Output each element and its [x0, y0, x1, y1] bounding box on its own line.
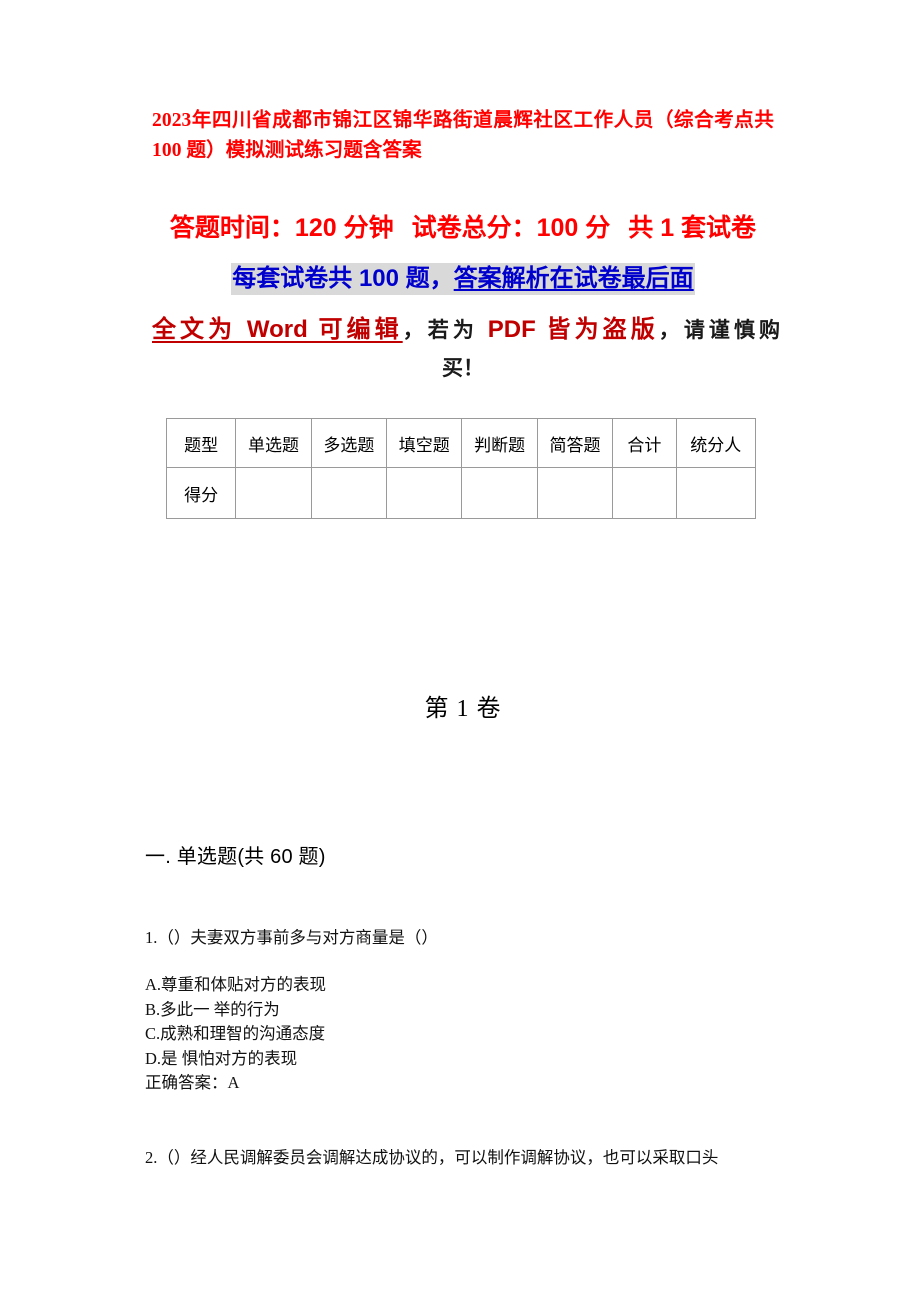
exam-info-line: 答题时间：120 分钟 试卷总分：100 分共 1 套试卷: [152, 211, 774, 245]
table-cell-score[interactable]: [461, 467, 538, 519]
option-a[interactable]: A.尊重和体贴对方的表现: [145, 973, 795, 998]
question-item: 1.（）夫妻双方事前多与对方商量是（） A.尊重和体贴对方的表现 B.多此一 举…: [145, 925, 795, 1096]
option-c[interactable]: C.成熟和理智的沟通态度: [145, 1022, 795, 1047]
table-header-cell: 合计: [612, 418, 677, 468]
answer-location-note: 每套试卷共 100 题，答案解析在试卷最后面: [231, 263, 695, 295]
document-page: 2023年四川省成都市锦江区锦华路街道晨辉社区工作人员（综合考点共 100 题）…: [0, 0, 920, 1302]
exam-duration: 答题时间：120 分钟: [169, 214, 394, 242]
word-editable-note: 全文为 Word 可编辑: [152, 316, 403, 343]
question-stem: 1.（）夫妻双方事前多与对方商量是（）: [145, 928, 438, 947]
question-options: A.尊重和体贴对方的表现 B.多此一 举的行为 C.成熟和理智的沟通态度 D.是…: [145, 973, 795, 1096]
exam-total-score: 试卷总分：100 分: [411, 214, 611, 242]
pdf-piracy-note: PDF 皆为盗版: [487, 316, 659, 343]
answers-at-end-note: 答案解析在试卷最后面: [453, 265, 694, 292]
notice-text-1: ，若为: [402, 319, 488, 342]
exam-set-count: 共 1 套试卷: [628, 214, 757, 242]
copyright-notice: 全文为 Word 可编辑，若为 PDF 皆为盗版，请谨慎购: [152, 310, 780, 351]
table-row: 得分: [165, 467, 757, 519]
table-header-cell: 题型: [165, 418, 237, 468]
table-header-cell: 统分人: [675, 418, 757, 468]
question-stem: 2.（）经人民调解委员会调解达成协议的，可以制作调解协议，也可以采取口头: [145, 1148, 719, 1167]
option-d[interactable]: D.是 惧怕对方的表现: [145, 1047, 795, 1072]
correct-answer: 正确答案：A: [145, 1073, 240, 1092]
table-cell-score[interactable]: [235, 467, 312, 519]
table-row-label: 得分: [165, 467, 237, 519]
table-row-header: 题型 单选题 多选题 填空题 判断题 简答题 合计 统分人: [165, 418, 757, 468]
option-b[interactable]: B.多此一 举的行为: [145, 998, 795, 1023]
answer-location-note-wrap: 每套试卷共 100 题，答案解析在试卷最后面: [152, 262, 774, 299]
table-cell-score[interactable]: [675, 467, 757, 519]
table-cell-score[interactable]: [536, 467, 614, 519]
table-cell-score[interactable]: [310, 467, 388, 519]
table-header-cell: 多选题: [310, 418, 388, 468]
question-item: 2.（）经人民调解委员会调解达成协议的，可以制作调解协议，也可以采取口头: [145, 1145, 795, 1171]
volume-heading: 第 1 卷: [424, 696, 502, 722]
section-heading-single-choice: 一. 单选题(共 60 题): [145, 846, 326, 868]
table-header-cell: 单选题: [235, 418, 312, 468]
table-cell-score[interactable]: [612, 467, 677, 519]
page-title: 2023年四川省成都市锦江区锦华路街道晨辉社区工作人员（综合考点共 100 题）…: [152, 110, 774, 161]
per-set-question-count: 每套试卷共 100 题，: [232, 265, 454, 292]
table-header-cell: 填空题: [386, 418, 463, 468]
table-cell-score[interactable]: [386, 467, 463, 519]
table-header-cell: 判断题: [461, 418, 538, 468]
score-table: 题型 单选题 多选题 填空题 判断题 简答题 合计 统分人 得分: [165, 418, 757, 519]
notice-text-3: 买！: [442, 357, 484, 380]
table-header-cell: 简答题: [536, 418, 614, 468]
notice-text-2: ，请谨慎购: [658, 319, 781, 342]
